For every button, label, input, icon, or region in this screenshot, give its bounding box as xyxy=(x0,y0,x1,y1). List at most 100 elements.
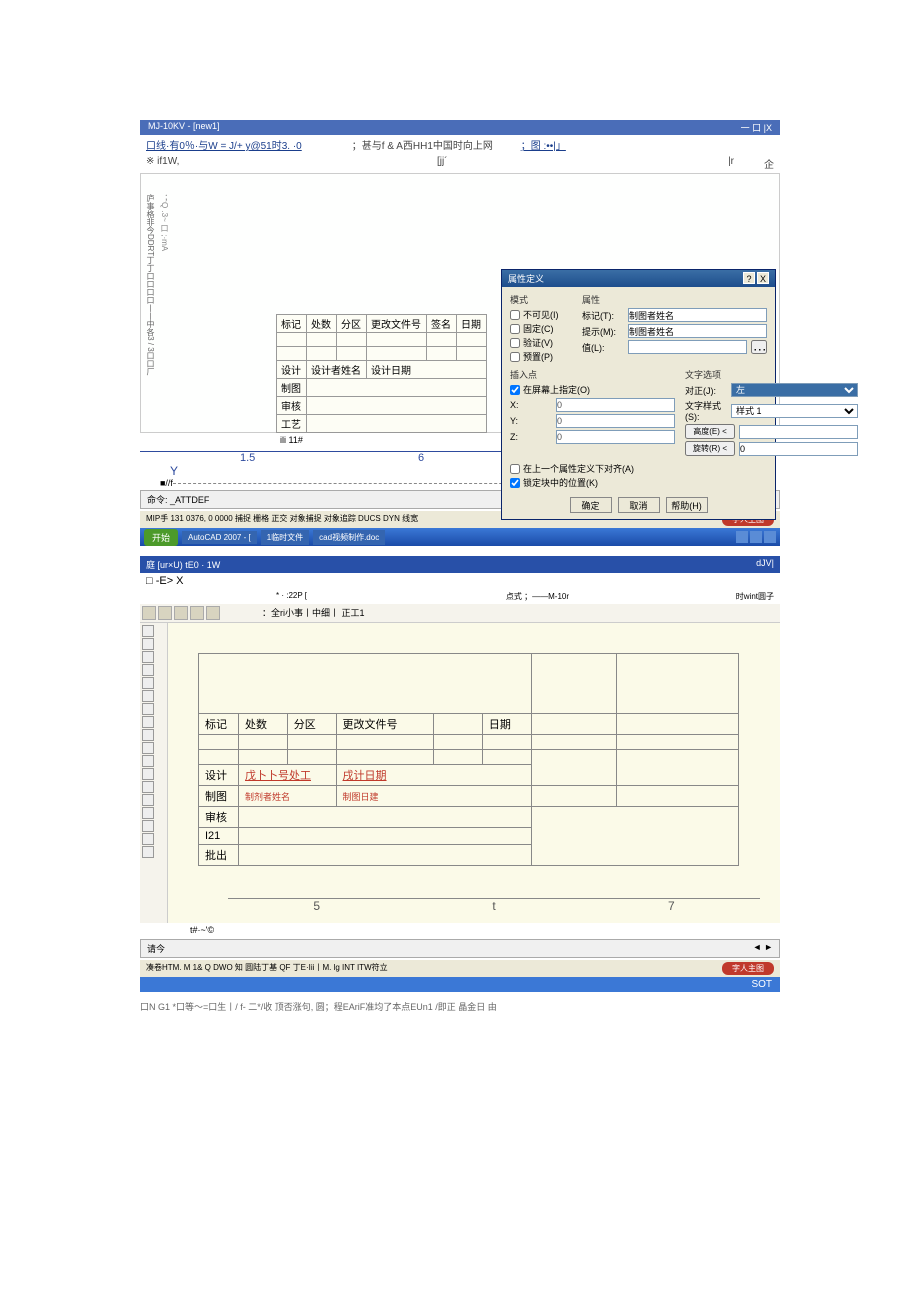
chk-lock-position[interactable] xyxy=(510,478,520,488)
cad-window-2: 庭 [ur×U) tE0 · 1W dJV| □ -E> X * · :22P … xyxy=(140,556,780,992)
design-date: 设计日期 xyxy=(367,361,487,379)
drawing-canvas-2[interactable]: 材料 标记 处数 分区 更改文件号 日期 设计 戊卜卜号处工 xyxy=(168,623,780,923)
attribute-definition-dialog[interactable]: 属性定义 ? X 模式 不可见(I) 固定(C) 验证(V) 预置(P) xyxy=(501,269,776,520)
help-icon[interactable]: ? xyxy=(743,272,755,284)
row-review: 审核 xyxy=(277,397,307,415)
menu-right[interactable]: ；图 :••|」 xyxy=(521,141,566,152)
tool-icon[interactable] xyxy=(190,606,204,620)
col-change: 更改文件号 xyxy=(367,315,427,333)
vertical-text-2: ；Q .3~ 口 ;·mA xyxy=(159,194,170,251)
scroll-icons[interactable]: ◄ ► xyxy=(753,942,773,955)
height-input[interactable] xyxy=(739,425,858,439)
chk-preset[interactable] xyxy=(510,352,520,362)
info-bar: * · :22P [ 点式 ；——M-10r 时wint圆子 xyxy=(140,589,780,604)
start-button[interactable]: 开始 xyxy=(144,529,178,546)
insert-group: 插入点 xyxy=(510,368,675,381)
drawer-name-attr[interactable]: 制剂者姓名 xyxy=(239,786,337,807)
row-i21: I21 xyxy=(199,828,239,845)
row-draw: 制图 xyxy=(277,379,307,397)
tool-icon[interactable] xyxy=(142,606,156,620)
col-count: 处数 xyxy=(307,315,337,333)
help-button[interactable]: 帮助(H) xyxy=(666,497,708,513)
draw-tool-icon[interactable] xyxy=(142,833,154,845)
draw-tool-icon[interactable] xyxy=(142,664,154,676)
col-date: 日期 xyxy=(482,714,531,735)
draw-tool-icon[interactable] xyxy=(142,638,154,650)
chk-invisible[interactable] xyxy=(510,310,520,320)
canvas-container: 材料 标记 处数 分区 更改文件号 日期 设计 戊卜卜号处工 xyxy=(140,623,780,923)
designer-name-attr[interactable]: 戊卜卜号处工 xyxy=(239,765,337,786)
tag-input[interactable] xyxy=(628,308,767,322)
row-draw: 制图 xyxy=(199,786,239,807)
draw-tool-icon[interactable] xyxy=(142,742,154,754)
rotation-input[interactable] xyxy=(739,442,858,456)
close-icon[interactable]: X xyxy=(757,272,769,284)
design-date-attr[interactable]: 戌计日期 xyxy=(336,765,531,786)
text-group: 文字选项 xyxy=(685,368,858,381)
style-select[interactable]: 样式 1 xyxy=(731,404,858,418)
chk-constant[interactable] xyxy=(510,324,520,334)
tool-icon[interactable] xyxy=(174,606,188,620)
system-tray[interactable] xyxy=(736,531,776,543)
draw-tool-icon[interactable] xyxy=(142,768,154,780)
menu-center: ；甚与f & A西HH1中国时向上网 xyxy=(352,141,493,152)
vertical-text-1: 庐事格非今DDRT丁丁口口口口丨丨中各3 / 3口口厂 xyxy=(145,194,156,376)
footer-text: 口N G1 *口等～=口生丨/ f- 二*/收 顶否涨句, 圆；程EAriF准均… xyxy=(0,992,920,1021)
menu-left[interactable]: 口线·有0％·与W = J/+ y@51时3. ·0 xyxy=(146,141,302,152)
chk-onscreen[interactable] xyxy=(510,385,520,395)
row-review: 审核 xyxy=(199,807,239,828)
task-temp-folder[interactable]: 1临时文件 xyxy=(261,530,309,545)
chk-align-below[interactable] xyxy=(510,464,520,474)
prompt-input[interactable] xyxy=(628,324,767,338)
sot-bar: SOT xyxy=(140,977,780,992)
col-date: 日期 xyxy=(457,315,487,333)
draw-tool-icon[interactable] xyxy=(142,781,154,793)
red-badge-2[interactable]: 字人主图 xyxy=(722,962,774,975)
default-input[interactable] xyxy=(628,340,747,354)
col-zone: 分区 xyxy=(337,315,367,333)
draw-tool-icon[interactable] xyxy=(142,755,154,767)
draw-date-attr[interactable]: 制图日建 xyxy=(336,786,531,807)
menu-bar[interactable]: 口线·有0％·与W = J/+ y@51时3. ·0 ；甚与f & A西HH1中… xyxy=(140,135,780,154)
rotation-button[interactable]: 旋转(R) < xyxy=(685,441,735,456)
draw-tool-icon[interactable] xyxy=(142,807,154,819)
windows-taskbar[interactable]: 开始 AutoCAD 2007 - [ 1临时文件 cad视频制作.doc xyxy=(140,528,780,546)
window-controls[interactable]: 一 口 |X xyxy=(741,121,772,134)
insert-field-button[interactable]: ⋯ xyxy=(751,340,767,354)
chk-verify[interactable] xyxy=(510,338,520,348)
draw-tool-icon[interactable] xyxy=(142,703,154,715)
row-design: 设计 xyxy=(277,361,307,379)
tool-icon[interactable] xyxy=(206,606,220,620)
draw-tool-icon[interactable] xyxy=(142,794,154,806)
title-bar-2[interactable]: 庭 [ur×U) tE0 · 1W dJV| xyxy=(140,556,780,573)
draw-tool-icon[interactable] xyxy=(142,651,154,663)
col-zone: 分区 xyxy=(287,714,336,735)
draw-tool-icon[interactable] xyxy=(142,690,154,702)
dialog-title-bar[interactable]: 属性定义 ? X xyxy=(502,270,775,287)
title-bar[interactable]: MJ-10KV - [new1] 一 口 |X xyxy=(140,120,780,135)
left-toolbar[interactable] xyxy=(140,623,168,923)
toolbar-row[interactable]: ：全ri小事丨中细丨 正工1 xyxy=(140,604,780,623)
drawing-canvas[interactable]: 庐事格非今DDRT丁丁口口口口丨丨中各3 / 3口口厂 ；Q .3~ 口 ;·m… xyxy=(140,173,780,433)
status-bar-2[interactable]: 凑卷HTM. M 1& Q DWO 知 圆陆丁基 QF 丁E·Iii丨M. lg… xyxy=(140,960,780,977)
cancel-button[interactable]: 取消 xyxy=(618,497,660,513)
task-doc[interactable]: cad视频制作.doc xyxy=(313,530,385,545)
y-input xyxy=(556,414,675,428)
draw-tool-icon[interactable] xyxy=(142,846,154,858)
draw-tool-icon[interactable] xyxy=(142,820,154,832)
height-button[interactable]: 高度(E) < xyxy=(685,424,735,439)
draw-tool-icon[interactable] xyxy=(142,625,154,637)
task-autocad[interactable]: AutoCAD 2007 - [ xyxy=(182,531,257,544)
col-mark: 标记 xyxy=(199,714,239,735)
ok-button[interactable]: 确定 xyxy=(570,497,612,513)
align-select[interactable]: 左 xyxy=(731,383,858,397)
draw-tool-icon[interactable] xyxy=(142,677,154,689)
dialog-controls[interactable]: ? X xyxy=(743,272,769,285)
title-block-table: 标记 处数 分区 更改文件号 签名 日期 设计 设计者姓名 设计日期 制图 审核… xyxy=(276,314,487,433)
command-line-2[interactable]: 请今 ◄ ► xyxy=(140,939,780,958)
draw-tool-icon[interactable] xyxy=(142,716,154,728)
draw-tool-icon[interactable] xyxy=(142,729,154,741)
menu-bar-2[interactable]: □ -E> X xyxy=(140,573,780,589)
col-mark: 标记 xyxy=(277,315,307,333)
tool-icon[interactable] xyxy=(158,606,172,620)
